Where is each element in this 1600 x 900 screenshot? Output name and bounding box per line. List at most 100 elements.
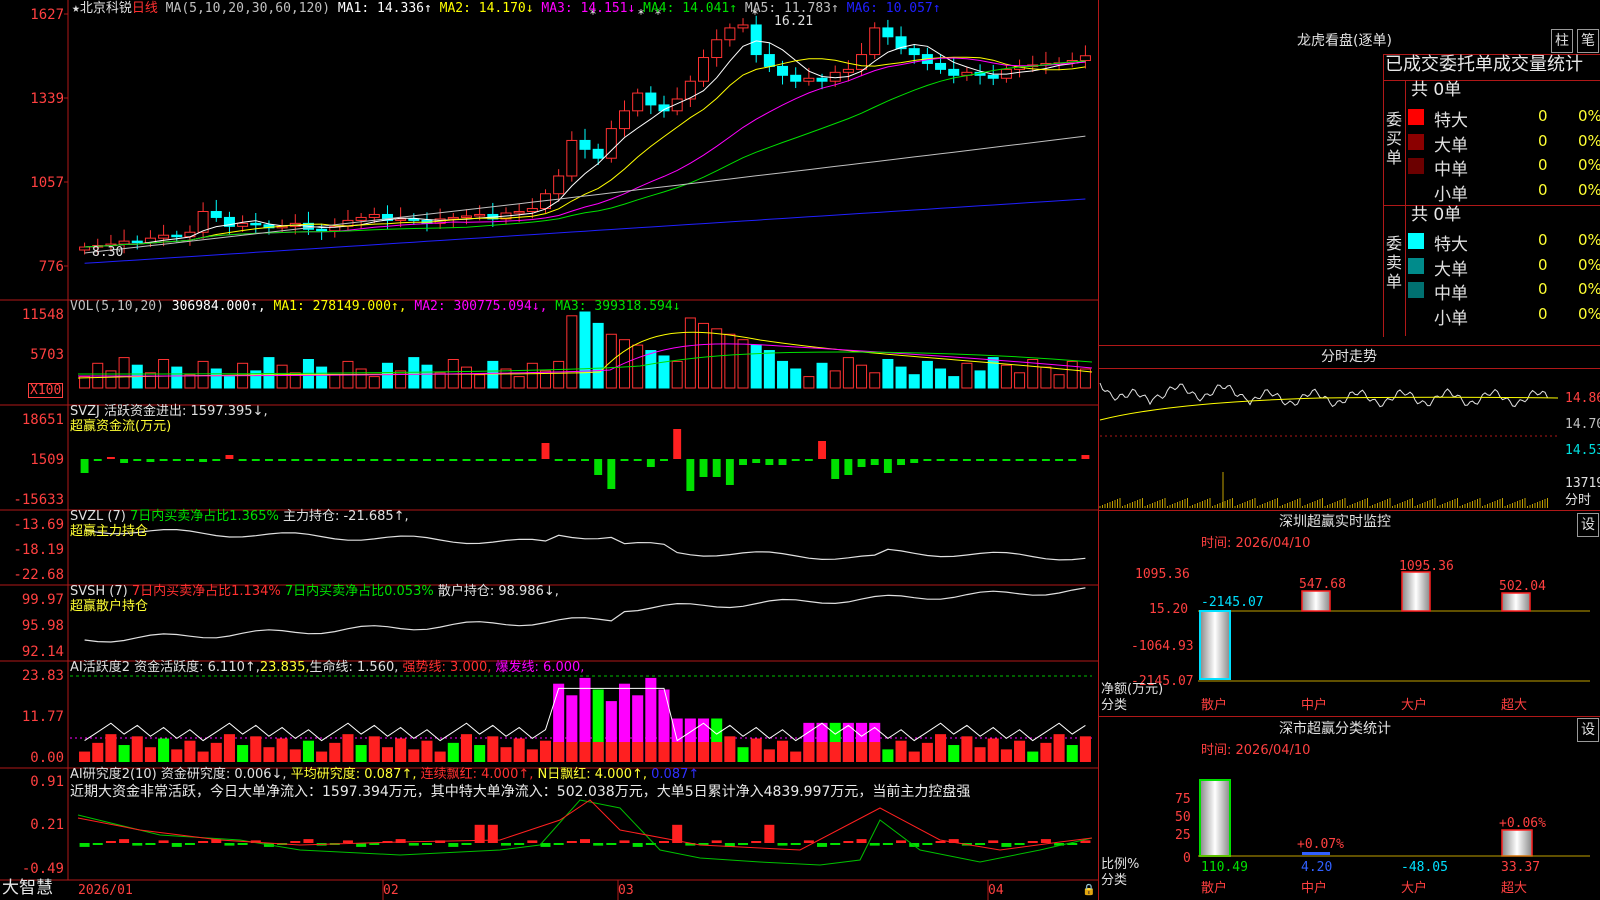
bar-view-button[interactable]: 柱 [1551,29,1573,53]
sz-monitor-y-label: 1095.36 [1135,567,1190,582]
volume-bar [526,362,538,389]
intraday-y-label: 14.70 [1565,417,1600,432]
candle-body [869,27,881,56]
volume-bar [1066,360,1078,389]
ai-activity-y-label: 11.77 [21,709,64,725]
volume-bar [908,374,920,389]
activity-bar-base [632,742,644,762]
candle-body [579,139,591,150]
sz-monitor-axis-label-2: 分类 [1101,698,1128,713]
stock-name[interactable]: ★北京科锐 [72,1,132,16]
candle-body [750,24,762,56]
order-percent: 0% [1578,131,1600,150]
activity-bar [961,736,973,762]
volume-bar [105,370,117,389]
activity-bar [921,742,933,762]
svzj-bar [923,459,932,461]
activity-bar [237,745,249,762]
volume-bar [882,359,894,389]
volume-bar [658,355,670,389]
candle-body [645,92,657,106]
research-bar [145,843,156,845]
volume-bar [223,376,235,389]
brand-label[interactable]: 大智慧 [2,880,53,897]
volume-bar [487,360,499,389]
ai-research-extra: 0.087↑ [651,767,700,782]
volume-bar [434,372,446,389]
volume-bar [1040,366,1052,389]
volume-ma2: MA2: 300775.094↓, [414,299,548,314]
sz-monitor-time: 时间: 2026/04/10 [1201,536,1311,551]
sz-category-category: 超大 [1501,881,1528,896]
research-bar [619,840,630,843]
sz-monitor-category: 超大 [1501,698,1528,713]
activity-bar [948,745,960,762]
order-row-buy: 小单 0 0% [1408,178,1600,205]
research-bar [566,841,577,843]
research-bar [342,840,353,843]
order-size-label: 大单 [1434,259,1468,280]
research-bar [632,843,643,847]
candle-body [619,110,631,130]
color-swatch [1408,109,1424,125]
ai-activity-value: AI活跃度2 资金活跃度: 6.110↑, [70,660,260,675]
research-bar [105,841,116,843]
sz-monitor-settings-button[interactable]: 设 [1577,513,1599,537]
order-row-sell: 小单 0 0% [1408,302,1600,329]
color-swatch [1408,306,1424,323]
candle-body [1079,55,1091,61]
svzj-bar [423,459,431,461]
sz-category-bar-value: 33.37 [1501,860,1541,875]
candle-body [882,27,894,38]
period-label[interactable]: 日线 [132,1,158,16]
candle-body [355,216,367,221]
sz-monitor-y-label: 15.20 [1149,602,1189,617]
ai-research-red-streak: 连续飘红: 4.000↑, [420,767,534,782]
sz-category-y-label: 75 [1175,792,1191,807]
activity-bar [131,736,143,762]
sz-category-top-label: +0.06% [1499,816,1546,831]
activity-bar [724,736,736,762]
order-percent: 0% [1578,304,1600,323]
divider [1405,80,1406,336]
svzj-bar [620,459,629,461]
pen-view-button[interactable]: 笔 [1577,29,1599,53]
research-bar [803,840,814,843]
svzj-bar [330,459,339,461]
main-chart-area[interactable]: * * * * ★北京科锐日线 MA(5,10,20,30,60,120) MA1: … [0,0,1098,900]
sz-monitor-bar-value: 502.04 [1499,579,1546,594]
research-bar [171,843,182,847]
activity-bar [171,749,183,762]
research-bar [527,840,538,843]
svzj-bar [133,459,142,461]
svzj-y-label: 1509 [30,452,64,468]
lock-icon[interactable]: 🔒 [1082,884,1096,895]
candle-body [816,77,828,82]
ai-activity-header: AI活跃度2 资金活跃度: 6.110↑,23.835,生命线: 1.560, … [70,661,584,674]
volume-bar [763,350,775,389]
research-bar [882,843,893,845]
research-bar [711,840,722,843]
order-count: 0 [1538,231,1548,249]
sz-monitor-category: 中户 [1301,698,1328,713]
order-row-buy: 特大 0 0% [1408,104,1600,131]
svzj-bar [199,459,208,462]
x-axis-label: 04 [988,883,1004,898]
svzj-bar [172,459,181,461]
sz-category-bar-value: 4.20 [1301,860,1333,875]
order-stats-header: 已成交委托单成交量统计 [1385,54,1583,75]
buy-side-label: 委买单 [1386,110,1403,167]
svzj-bar [1015,459,1024,461]
ma4-value: MA4: 14.041↑ [643,1,738,16]
svzj-bar [660,459,668,461]
svsh-caption: SVSH (7) [70,584,128,599]
activity-bar-base [566,742,578,762]
svzj-y-label: 18651 [21,412,64,428]
volume-bar [842,357,854,389]
chart-svg[interactable]: * * * * [0,0,1098,900]
activity-bar [474,745,486,762]
volume-bar [316,366,328,389]
volume-bar [724,333,736,389]
volume-bar [355,368,367,389]
sz-category-settings-button[interactable]: 设 [1577,718,1599,742]
